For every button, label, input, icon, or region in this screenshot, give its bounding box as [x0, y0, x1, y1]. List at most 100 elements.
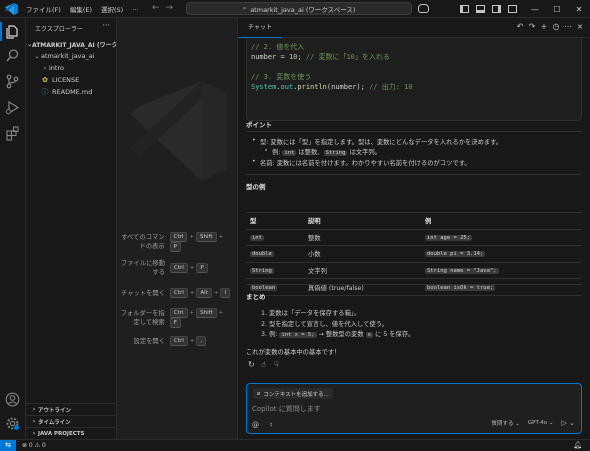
- timeline-section[interactable]: › タイムライン: [26, 415, 117, 427]
- search-icon: ⌕: [242, 4, 247, 12]
- more-actions-icon[interactable]: ···: [102, 21, 110, 30]
- command-center[interactable]: ⌕ atmarkit_java_ai (ワークスペース): [186, 2, 412, 15]
- inline-code: boolean isOk = true;: [425, 284, 496, 291]
- chat-input-field[interactable]: Copilot に質問します: [252, 404, 321, 414]
- key: Alt: [196, 288, 212, 298]
- java-projects-section[interactable]: › JAVA PROJECTS: [26, 427, 117, 439]
- menu-selection[interactable]: 選択(S): [101, 4, 123, 14]
- maximize-icon[interactable]: ☐: [546, 5, 568, 14]
- code-line: // 2. 値を代入: [251, 42, 577, 52]
- chevron-right-icon: ›: [43, 64, 47, 72]
- manage-gear-icon[interactable]: [5, 416, 20, 431]
- send-icon[interactable]: ▷ ⌄: [562, 419, 575, 427]
- toggle-panel-icon[interactable]: [476, 5, 485, 13]
- tab-chat[interactable]: チャット: [238, 18, 282, 38]
- text: 3. 例:: [261, 331, 280, 338]
- problems-status[interactable]: ⊗ 0 ⚠ 0: [22, 442, 46, 449]
- thumbs-down-icon[interactable]: ☟: [274, 360, 287, 369]
- shortcut-open-chat: チャットを開く Ctrl + Alt + I: [117, 288, 237, 298]
- explorer-sidebar: エクスプローラー ··· ⌄ ATMARKIT_JAVA_AI (ワークスペ… …: [26, 18, 117, 439]
- explorer-icon[interactable]: [0, 22, 20, 41]
- chat-input-toolbar: @ ♮ 質問する ⌄ GPT-4o ⌄ ▷ ⌄: [247, 419, 583, 430]
- undo-icon[interactable]: ↶: [514, 22, 526, 31]
- text: は文字列。: [347, 149, 381, 156]
- inline-code: int x = 5;: [279, 332, 317, 338]
- chevron-right-icon: ›: [32, 430, 36, 437]
- add-context-button[interactable]: ⌀ コンテキストを追加する...: [253, 388, 333, 399]
- folder-row[interactable]: ⌄ atmarkit_java_ai: [26, 50, 116, 62]
- history-icon[interactable]: ◷: [550, 22, 562, 31]
- copilot-icon[interactable]: [418, 4, 429, 13]
- toggle-secondary-sidebar-icon[interactable]: [492, 5, 501, 13]
- new-chat-plus-icon[interactable]: +: [538, 22, 550, 31]
- menu-more[interactable]: …: [132, 4, 139, 14]
- menu-edit[interactable]: 編集(E): [70, 4, 92, 14]
- close-icon[interactable]: ✕: [568, 5, 590, 14]
- table-cell: 小数: [304, 245, 421, 263]
- window-controls: — ☐ ✕: [460, 0, 590, 18]
- table-header: 型: [246, 212, 304, 230]
- inline-code: double: [250, 251, 274, 258]
- chevron-right-icon: ›: [32, 418, 36, 425]
- microphone-icon[interactable]: ♮: [270, 421, 273, 429]
- tree-item-label: intro: [49, 64, 64, 72]
- code-field: out: [280, 83, 294, 91]
- code-text: (number);: [326, 83, 370, 91]
- run-debug-icon[interactable]: [5, 100, 20, 115]
- customize-layout-icon[interactable]: [508, 5, 517, 13]
- more-actions-icon[interactable]: ⋯: [562, 22, 574, 31]
- points-heading: ポイント: [246, 121, 272, 129]
- thumbs-up-icon[interactable]: ☝: [261, 360, 274, 369]
- editor-area[interactable]: すべてのコマンドの表示 Ctrl + Shift +P ファイルに移動する Ctrl +…: [117, 18, 237, 439]
- chevron-right-icon: ›: [32, 406, 36, 413]
- divider: [246, 284, 582, 285]
- inline-code: String: [323, 150, 348, 156]
- outline-section[interactable]: › アウトライン: [26, 403, 117, 415]
- menu-file[interactable]: ファイル(F): [26, 4, 61, 14]
- table-cell: String: [246, 261, 304, 279]
- activity-bar: [0, 18, 26, 439]
- back-arrow-icon[interactable]: ←: [152, 3, 166, 13]
- model-dropdown[interactable]: GPT-4o ⌄: [528, 420, 554, 426]
- tree-item-intro[interactable]: › intro: [26, 62, 116, 74]
- folder-label: atmarkit_java_ai: [41, 52, 95, 60]
- shortcut-go-to-file: ファイルに移動する Ctrl + P: [117, 259, 237, 277]
- retry-icon[interactable]: ↻: [248, 360, 261, 369]
- redo-icon[interactable]: ↷: [526, 22, 538, 31]
- title-bar: ファイル(F) 編集(E) 選択(S) … ←→ ⌕ atmarkit_java…: [0, 0, 590, 18]
- mode-dropdown[interactable]: 質問する ⌄: [492, 419, 520, 427]
- table-row: int 整数 int age = 25;: [246, 228, 582, 246]
- search-icon[interactable]: [5, 48, 20, 63]
- toggle-sidebar-icon[interactable]: [460, 5, 469, 13]
- code-block[interactable]: // 2. 値を代入 number = 10; // 変数に「10」を入れる /…: [246, 38, 582, 121]
- key: Ctrl: [170, 336, 188, 346]
- notifications-bell-icon[interactable]: 🔔︎: [573, 441, 582, 449]
- table-row: String 文字列 String name = "Java";: [246, 261, 582, 279]
- remote-icon[interactable]: ⇆: [0, 439, 16, 451]
- chat-panel: チャット ↶ ↷ + ◷ ⋯ × // 2. 値を代入 number = 10;…: [237, 18, 590, 439]
- summary-heading: まとめ: [246, 293, 266, 301]
- account-icon[interactable]: [5, 392, 20, 407]
- tree-item-readme[interactable]: ⓘ README.md: [26, 86, 116, 98]
- shortcut-label: フォルダーを指定して検索: [120, 310, 165, 326]
- code-line: System.out.println(number); // 出力: 10: [251, 82, 577, 92]
- code-line: number = 10; // 変数に「10」を入れる: [251, 52, 577, 62]
- table-header-row: 型 説明 例: [246, 212, 582, 230]
- status-bar: ⇆ ⊗ 0 ⚠ 0 🔔︎: [0, 439, 590, 451]
- explorer-header: エクスプローラー ···: [26, 18, 116, 38]
- tree-item-license[interactable]: ✿ LICENSE: [26, 74, 116, 86]
- forward-arrow-icon[interactable]: →: [166, 3, 180, 13]
- info-icon: ⓘ: [41, 88, 49, 96]
- chat-input-box[interactable]: ⌀ コンテキストを追加する... Copilot に質問します @ ♮ 質問する…: [246, 383, 582, 434]
- inline-code: x: [365, 332, 373, 338]
- extensions-icon[interactable]: [5, 126, 20, 141]
- minimize-icon[interactable]: —: [524, 5, 546, 14]
- source-control-icon[interactable]: [5, 74, 20, 89]
- mention-icon[interactable]: @: [252, 421, 259, 429]
- code-class: System: [251, 83, 277, 91]
- close-panel-icon[interactable]: ×: [574, 22, 586, 31]
- command-center-label: atmarkit_java_ai (ワークスペース): [250, 5, 356, 14]
- summary-item-3: 3. 例: int x = 5; → 整数型の変数 x に 5 を保存。: [261, 329, 414, 338]
- workspace-root[interactable]: ⌄ ATMARKIT_JAVA_AI (ワークスペ…: [26, 38, 116, 50]
- divider: [246, 131, 582, 132]
